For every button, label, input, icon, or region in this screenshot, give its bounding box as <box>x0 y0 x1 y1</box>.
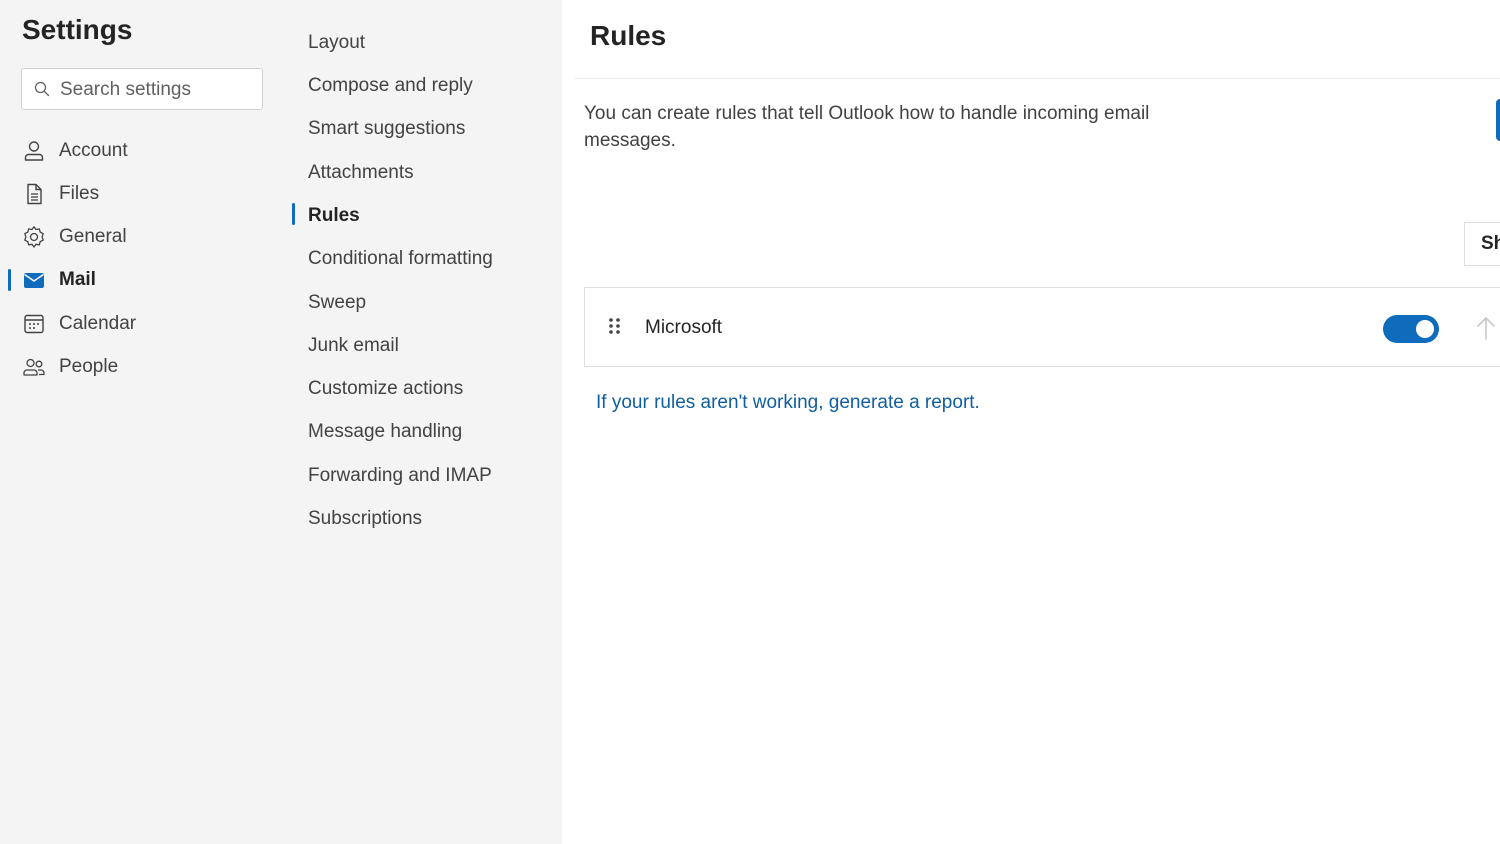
document-icon <box>27 183 42 205</box>
mail-section-rules[interactable]: Rules <box>292 198 552 234</box>
mail-section-layout[interactable]: Layout <box>292 25 552 61</box>
gear-icon <box>24 226 44 248</box>
nav-calendar[interactable]: Calendar <box>0 304 280 344</box>
mail-section-smart-suggestions[interactable]: Smart suggestions <box>292 111 552 147</box>
nav-general[interactable]: General <box>0 217 280 257</box>
rule-name: Microsoft <box>645 317 723 338</box>
mail-section-forwarding-and-imap[interactable]: Forwarding and IMAP <box>292 458 552 494</box>
search-icon <box>34 81 50 97</box>
nav-calendar-label: Calendar <box>59 313 137 334</box>
nav-files-label: Files <box>59 183 100 204</box>
mail-section-message-handling[interactable]: Message handling <box>292 414 552 450</box>
search-settings-box[interactable] <box>21 68 263 110</box>
generate-report-link[interactable]: If your rules aren't working, generate a… <box>596 392 980 414</box>
mail-section-conditional-formatting[interactable]: Conditional formatting <box>292 241 552 277</box>
mail-section-label: Rules <box>308 205 360 226</box>
active-indicator <box>8 269 11 291</box>
divider <box>574 78 1500 79</box>
people-icon <box>23 358 45 376</box>
mail-section-label: Smart suggestions <box>308 118 466 139</box>
toggle-knob <box>1416 320 1434 338</box>
mail-section-customize-actions[interactable]: Customize actions <box>292 371 552 407</box>
arrow-up-icon[interactable] <box>1475 315 1497 341</box>
drag-handle-icon[interactable] <box>607 316 623 336</box>
nav-people-label: People <box>59 356 119 377</box>
mail-section-junk-email[interactable]: Junk email <box>292 328 552 364</box>
mail-section-label: Subscriptions <box>308 508 423 529</box>
mail-section-label: Attachments <box>308 162 414 183</box>
rule-enabled-toggle[interactable] <box>1383 315 1439 343</box>
mail-section-label: Customize actions <box>308 378 464 399</box>
rule-row[interactable]: Microsoft <box>584 287 1500 367</box>
mail-section-compose-and-reply[interactable]: Compose and reply <box>292 68 552 104</box>
mail-section-label: Message handling <box>308 421 463 442</box>
mail-section-label: Forwarding and IMAP <box>308 465 492 486</box>
rules-description: You can create rules that tell Outlook h… <box>584 103 1150 151</box>
person-icon <box>24 141 44 161</box>
nav-mail-label: Mail <box>59 269 96 290</box>
mail-section-label: Conditional formatting <box>308 248 493 269</box>
sort-button-label: Sh <box>1481 233 1500 254</box>
active-indicator <box>292 203 295 225</box>
mail-section-attachments[interactable]: Attachments <box>292 155 552 191</box>
settings-title: Settings <box>22 14 133 45</box>
page-title: Rules <box>590 20 667 51</box>
mail-icon <box>24 273 44 288</box>
mail-section-sweep[interactable]: Sweep <box>292 285 552 321</box>
calendar-icon <box>24 314 44 334</box>
sort-button[interactable]: Sh <box>1464 222 1500 266</box>
search-input[interactable] <box>58 75 262 105</box>
nav-account-label: Account <box>59 140 128 161</box>
nav-general-label: General <box>59 226 127 247</box>
mail-section-label: Compose and reply <box>308 75 473 96</box>
nav-account[interactable]: Account <box>0 131 280 171</box>
add-rule-button[interactable] <box>1496 99 1500 141</box>
nav-people[interactable]: People <box>0 347 280 387</box>
nav-files[interactable]: Files <box>0 174 280 214</box>
mail-section-label: Layout <box>308 32 366 53</box>
mail-section-label: Sweep <box>308 292 367 313</box>
mail-section-subscriptions[interactable]: Subscriptions <box>292 501 552 537</box>
mail-section-label: Junk email <box>308 335 399 356</box>
nav-mail[interactable]: Mail <box>0 260 280 300</box>
settings-navigation-pane: Settings Account Files General <box>0 0 562 844</box>
